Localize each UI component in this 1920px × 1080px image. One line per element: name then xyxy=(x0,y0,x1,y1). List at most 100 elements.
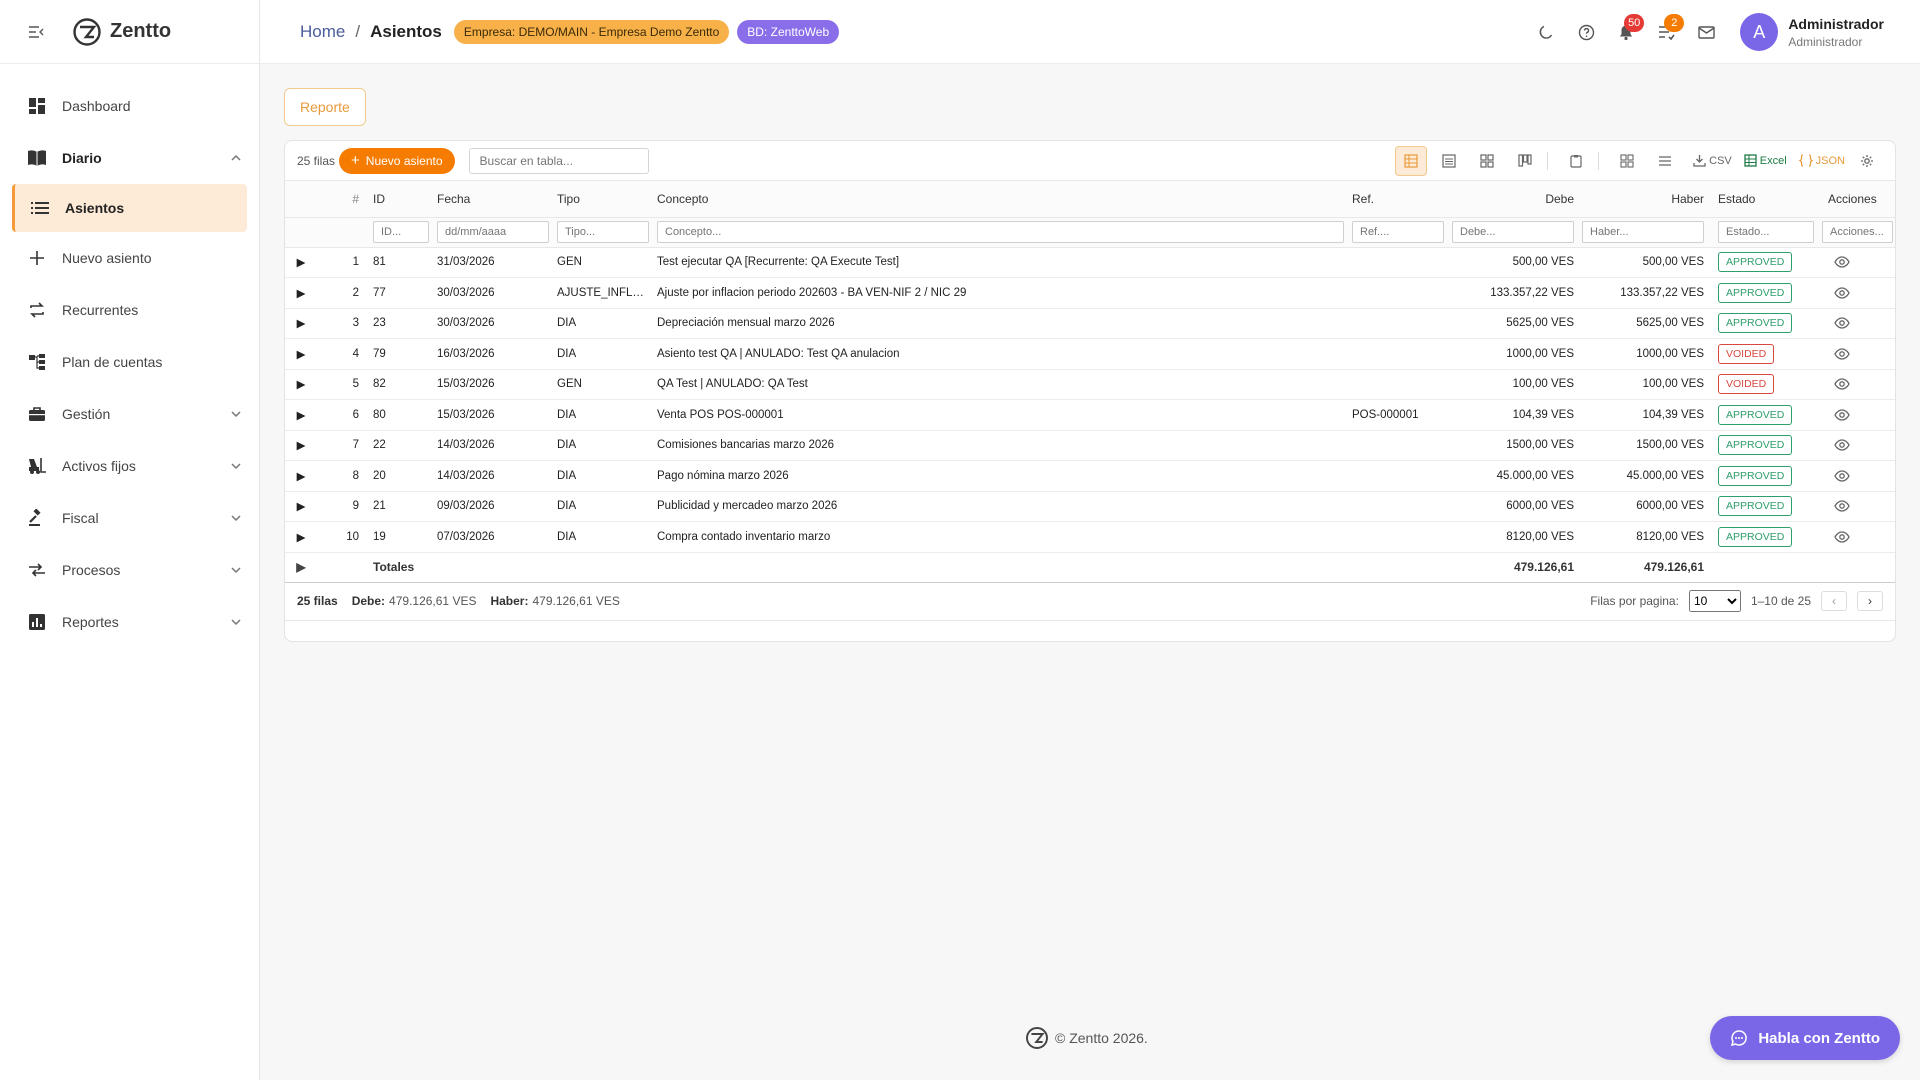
next-page-button[interactable]: › xyxy=(1857,591,1883,611)
cell-debe: 100,00 VES xyxy=(1448,369,1578,400)
tasks-checklist-icon[interactable]: 2 xyxy=(1646,12,1686,52)
avatar[interactable]: A xyxy=(1740,13,1779,51)
dark-mode-moon-icon[interactable] xyxy=(1526,12,1566,52)
filter-concepto-input[interactable] xyxy=(657,221,1344,243)
expand-toggle-icon[interactable]: ▶ xyxy=(285,247,317,278)
expand-toggle-icon[interactable]: ▶ xyxy=(285,460,317,492)
list-view-icon[interactable] xyxy=(1433,146,1465,176)
view-eye-icon[interactable] xyxy=(1834,468,1850,484)
database-chip[interactable]: BD: ZenttoWeb xyxy=(737,19,840,44)
table-row[interactable]: ▶ 9 21 09/03/2026 DIA Publicidad y mercadeo m… xyxy=(285,491,1895,522)
rows-per-page-select[interactable]: 10 xyxy=(1688,590,1741,612)
expand-toggle-icon[interactable]: ▶ xyxy=(285,430,317,461)
breadcrumb-home[interactable]: Home xyxy=(300,22,345,42)
chat-button[interactable]: Habla con Zentto xyxy=(1710,1016,1900,1060)
filter-id-input[interactable] xyxy=(373,221,429,243)
expand-toggle-icon[interactable]: ▶ xyxy=(285,521,317,553)
settings-gear-icon[interactable] xyxy=(1851,146,1883,176)
col-acciones[interactable]: Acciones xyxy=(1818,181,1895,218)
sidebar-item-nuevo-asiento[interactable]: Nuevo asiento xyxy=(0,232,259,284)
grid-view-icon[interactable] xyxy=(1471,146,1503,176)
table-row[interactable]: ▶ 4 79 16/03/2026 DIA Asiento test QA | ANULA… xyxy=(285,338,1895,370)
filter-debe-input[interactable] xyxy=(1452,221,1574,243)
expand-toggle-icon[interactable]: ▶ xyxy=(285,399,317,431)
density-grid-icon[interactable] xyxy=(1611,146,1643,176)
cell-fecha: 31/03/2026 xyxy=(433,247,553,278)
mail-icon[interactable] xyxy=(1686,12,1726,52)
sidebar-item-reportes[interactable]: Reportes xyxy=(0,596,259,648)
view-eye-icon[interactable] xyxy=(1834,346,1850,362)
export-csv-button[interactable]: CSV xyxy=(1693,146,1732,176)
expand-toggle-icon[interactable]: ▶ xyxy=(285,308,317,339)
notifications-bell-icon[interactable]: 50 xyxy=(1606,12,1646,52)
col-estado[interactable]: Estado xyxy=(1708,181,1818,218)
clipboard-icon[interactable] xyxy=(1560,146,1592,176)
sidebar-item-fiscal[interactable]: Fiscal xyxy=(0,492,259,544)
table-row[interactable]: ▶ 1 81 31/03/2026 GEN Test ejecutar QA [Recur… xyxy=(285,247,1895,278)
expand-toggle-icon[interactable]: ▶ xyxy=(285,551,317,583)
view-eye-icon[interactable] xyxy=(1834,254,1850,270)
view-eye-icon[interactable] xyxy=(1834,437,1850,453)
menu-collapse-icon[interactable] xyxy=(26,22,46,42)
filter-acciones-input[interactable] xyxy=(1822,221,1893,243)
expand-toggle-icon[interactable]: ▶ xyxy=(285,491,317,522)
cell-ref xyxy=(1348,430,1448,461)
col-ref[interactable]: Ref. xyxy=(1348,181,1448,218)
density-rows-icon[interactable] xyxy=(1649,146,1681,176)
table-row[interactable]: ▶ 6 80 15/03/2026 DIA Venta POS POS-000001 POS… xyxy=(285,399,1895,431)
sidebar-item-activos-fijos[interactable]: Activos fijos xyxy=(0,440,259,492)
help-icon[interactable] xyxy=(1566,12,1606,52)
col-num[interactable]: # xyxy=(317,181,363,218)
filter-haber-input[interactable] xyxy=(1582,221,1704,243)
cell-acciones xyxy=(1818,430,1895,461)
report-button[interactable]: Reporte xyxy=(284,88,366,126)
filter-tipo-input[interactable] xyxy=(557,221,649,243)
sidebar-item-plan-de-cuentas[interactable]: Plan de cuentas xyxy=(0,336,259,388)
sidebar-item-procesos[interactable]: Procesos xyxy=(0,544,259,596)
expand-toggle-icon[interactable]: ▶ xyxy=(285,369,317,400)
table-row[interactable]: ▶ 7 22 14/03/2026 DIA Comisiones bancarias ma… xyxy=(285,430,1895,461)
status-badge: APPROVED xyxy=(1718,404,1793,425)
kanban-view-icon[interactable] xyxy=(1509,146,1541,176)
export-json-button[interactable]: JSON xyxy=(1798,146,1845,176)
col-concepto[interactable]: Concepto xyxy=(653,181,1348,218)
col-tipo[interactable]: Tipo xyxy=(553,181,653,218)
col-fecha[interactable]: Fecha xyxy=(433,181,553,218)
col-haber[interactable]: Haber xyxy=(1578,181,1708,218)
table-row[interactable]: ▶ 3 23 30/03/2026 DIA Depreciación mensual ma… xyxy=(285,308,1895,339)
filter-estado-input[interactable] xyxy=(1718,221,1814,243)
table-row[interactable]: ▶ 8 20 14/03/2026 DIA Pago nómina marzo 2026 4… xyxy=(285,460,1895,492)
view-eye-icon[interactable] xyxy=(1834,315,1850,331)
chat-bubble-icon xyxy=(1731,1030,1748,1047)
export-excel-button[interactable]: Excel xyxy=(1744,146,1787,176)
sidebar-item-recurrentes[interactable]: Recurrentes xyxy=(0,284,259,336)
sidebar-item-asientos[interactable]: Asientos xyxy=(12,184,247,232)
table-view-icon[interactable] xyxy=(1395,145,1428,176)
sidebar-item-dashboard[interactable]: Dashboard xyxy=(0,80,259,132)
table-row[interactable]: ▶27730/03/2026AJUSTE_INFLACIONAjuste por… xyxy=(285,277,1895,309)
sidebar-item-diario[interactable]: Diario xyxy=(0,132,259,184)
expand-toggle-icon[interactable]: ▶ xyxy=(285,277,317,309)
col-id[interactable]: ID xyxy=(363,181,433,218)
view-eye-icon[interactable] xyxy=(1834,376,1850,392)
notifications-badge: 50 xyxy=(1624,14,1645,32)
cell-ref xyxy=(1348,369,1448,400)
filter-ref-input[interactable] xyxy=(1352,221,1444,243)
cell-concepto: Publicidad y mercadeo marzo 2026 xyxy=(653,491,1348,522)
table-row[interactable]: ▶ 10 19 07/03/2026 DIA Compra contado inventa… xyxy=(285,521,1895,553)
view-eye-icon[interactable] xyxy=(1834,285,1850,301)
col-debe[interactable]: Debe xyxy=(1448,181,1578,218)
table-search-input[interactable] xyxy=(468,147,649,174)
new-entry-button[interactable]: + Nuevo asiento xyxy=(339,147,455,174)
empresa-chip[interactable]: Empresa: DEMO/MAIN - Empresa Demo Zentto xyxy=(453,19,730,44)
expand-toggle-icon[interactable]: ▶ xyxy=(285,338,317,370)
sidebar-item-gestion[interactable]: Gestión xyxy=(0,388,259,440)
view-eye-icon[interactable] xyxy=(1834,407,1850,423)
spreadsheet-icon xyxy=(1744,154,1757,167)
user-info[interactable]: Administrador Administrador xyxy=(1788,16,1884,49)
view-eye-icon[interactable] xyxy=(1834,529,1850,545)
prev-page-button[interactable]: ‹ xyxy=(1821,591,1847,611)
table-row[interactable]: ▶ 5 82 15/03/2026 GEN QA Test | ANULADO: QA T… xyxy=(285,369,1895,400)
filter-fecha-input[interactable] xyxy=(437,221,549,243)
view-eye-icon[interactable] xyxy=(1834,498,1850,514)
